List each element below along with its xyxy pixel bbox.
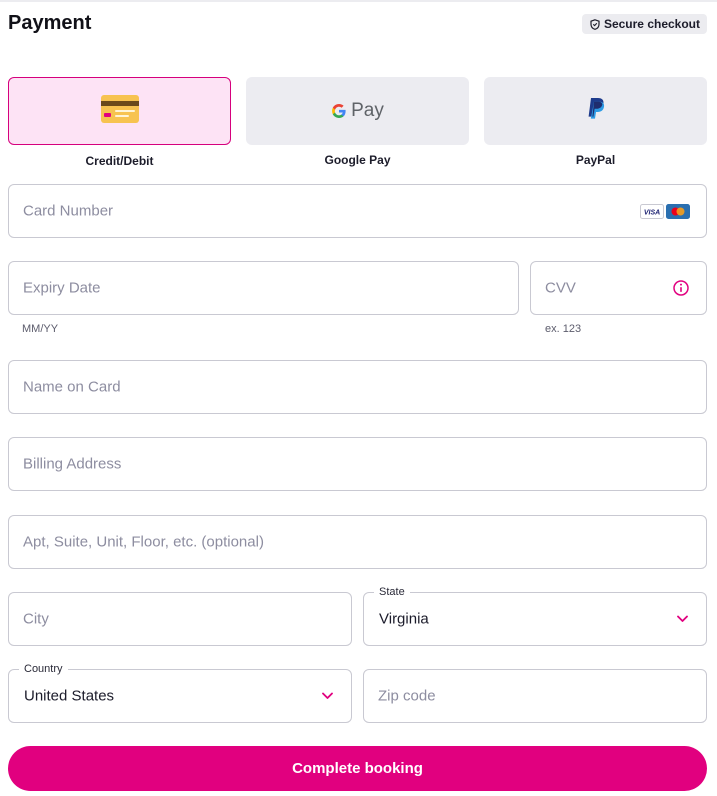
- billing-address-field[interactable]: Billing Address: [8, 437, 707, 491]
- complete-booking-button[interactable]: Complete booking: [8, 746, 707, 791]
- payment-method-label: Credit/Debit: [85, 154, 154, 168]
- secure-checkout-label: Secure checkout: [603, 17, 700, 31]
- state-select[interactable]: State Virginia: [363, 585, 707, 646]
- name-on-card-placeholder: Name on Card: [23, 378, 121, 396]
- card-brands-icon: VISA: [640, 204, 690, 219]
- credit-card-icon: [100, 94, 139, 128]
- info-icon[interactable]: [673, 280, 689, 301]
- country-select[interactable]: Country United States: [8, 662, 352, 723]
- payment-method-credit-debit[interactable]: [8, 77, 231, 145]
- zip-code-placeholder: Zip code: [378, 687, 436, 705]
- state-label: State: [374, 585, 410, 599]
- google-pay-logo: Pay: [331, 100, 384, 122]
- expiry-hint: MM/YY: [22, 323, 59, 335]
- expiry-date-field[interactable]: Expiry Date: [8, 261, 519, 315]
- state-value: Virginia: [379, 610, 429, 628]
- name-on-card-field[interactable]: Name on Card: [8, 360, 707, 414]
- cvv-field[interactable]: CVV: [530, 261, 707, 315]
- payment-method-google-pay[interactable]: Pay: [246, 77, 469, 145]
- paypal-logo: [586, 97, 606, 126]
- cvv-hint: ex. 123: [545, 323, 582, 335]
- apt-suite-placeholder: Apt, Suite, Unit, Floor, etc. (optional): [23, 533, 264, 551]
- chevron-down-icon: [322, 692, 333, 699]
- country-value: United States: [24, 687, 115, 705]
- top-divider: [0, 0, 717, 2]
- payment-method-label: Google Pay: [324, 153, 391, 167]
- card-number-field[interactable]: Card Number VISA: [8, 184, 707, 238]
- city-field[interactable]: City: [8, 592, 352, 646]
- page-title: Payment: [8, 12, 92, 34]
- zip-code-field[interactable]: Zip code: [363, 669, 707, 723]
- country-label: Country: [19, 662, 68, 676]
- secure-checkout-badge: Secure checkout: [581, 14, 707, 34]
- payment-method-paypal[interactable]: [484, 77, 707, 145]
- payment-method-label: PayPal: [575, 153, 616, 167]
- apt-suite-field[interactable]: Apt, Suite, Unit, Floor, etc. (optional): [8, 515, 707, 569]
- card-number-placeholder: Card Number: [23, 202, 114, 220]
- city-placeholder: City: [23, 610, 49, 628]
- billing-address-placeholder: Billing Address: [23, 455, 122, 473]
- svg-text:VISA: VISA: [644, 210, 660, 217]
- shield-icon: [590, 18, 600, 30]
- chevron-down-icon: [677, 615, 688, 622]
- expiry-date-placeholder: Expiry Date: [23, 279, 101, 297]
- cvv-placeholder: CVV: [545, 279, 576, 297]
